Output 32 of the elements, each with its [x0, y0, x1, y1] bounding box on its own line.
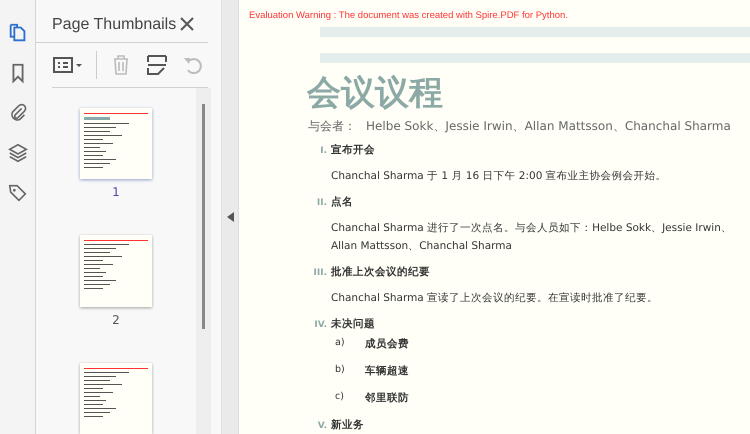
item-text: 成员会费: [365, 336, 409, 351]
document-title: 会议议程: [307, 73, 444, 114]
item-text: 邻里联防: [365, 390, 409, 405]
item-marker: a): [335, 336, 346, 350]
section-numeral: II.: [316, 198, 327, 208]
page-number: 1: [112, 185, 120, 200]
item-marker: c): [335, 390, 345, 404]
section-numeral: IV.: [313, 320, 327, 330]
attendees-list: Helbe Sokk、Jessie Irwin、Allan Mattsson、Chanchal Sharma: [366, 118, 731, 135]
panel-title: Page Thumbnails: [52, 16, 176, 34]
section-numeral: V.: [316, 420, 327, 431]
page-thumbnail[interactable]: [80, 362, 152, 434]
section-heading: 宣布开会: [331, 142, 375, 157]
section-heading: 批准上次会议的纪要: [331, 264, 430, 279]
page-thumbnail[interactable]: [80, 108, 152, 180]
section-numeral: III.: [313, 268, 327, 278]
page-thumbnail[interactable]: [80, 235, 152, 307]
section-heading: 点名: [331, 194, 353, 209]
evaluation-warning: Evaluation Warning : The document was created with Spire.PDF for Python.: [249, 10, 569, 21]
section-heading: 未决问题: [331, 316, 375, 331]
item-text: 车辆超速: [365, 364, 409, 378]
section-text: Chanchal Sharma 宣读了上次会议的纪要。在宣读时批准了纪要。: [331, 290, 660, 306]
collapse-arrow-icon[interactable]: [226, 212, 234, 222]
item-marker: b): [335, 364, 346, 377]
insert-page-icon[interactable]: [145, 53, 169, 77]
scrollbar[interactable]: [196, 88, 211, 434]
section-numeral: I.: [319, 146, 327, 156]
attendees-label: 与会者：: [308, 118, 356, 135]
section-text: Chanchal Sharma 于 1 月 16 日下午 2:00 宣布业主协会例会开始。: [331, 168, 668, 184]
section-text: Chanchal Sharma 进行了一次点名。与会人员如下：Helbe Sokk、Jessie Irwin、Allan Mattsson、Chanchal Sharma: [331, 220, 733, 254]
page-number: 2: [112, 312, 120, 327]
section-heading: 新业务: [331, 418, 364, 432]
